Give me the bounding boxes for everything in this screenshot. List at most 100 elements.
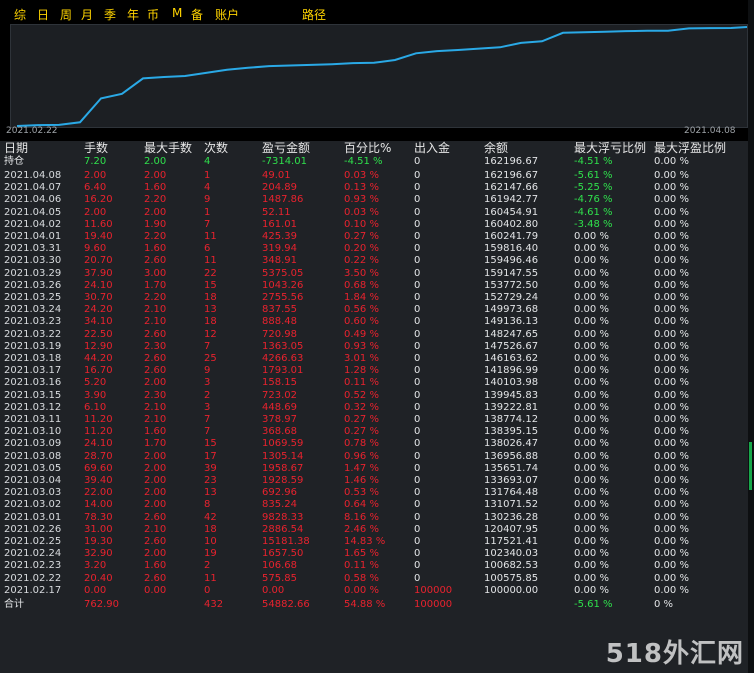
- tab-5[interactable]: 年: [127, 6, 139, 23]
- table-row: 2021.03.04 39.40 2.00 23 1928.59 1.46 % 0 13369…: [0, 475, 748, 487]
- cell-5: 0.13 %: [344, 182, 379, 194]
- tab-7[interactable]: M: [172, 6, 182, 20]
- cell-5: 0.96 %: [344, 450, 379, 462]
- tab-6[interactable]: 币: [147, 6, 159, 23]
- cell-7: 139945.83: [484, 389, 539, 401]
- cell-5: 0.11 %: [344, 560, 379, 572]
- cell-4: 1487.86: [262, 194, 304, 206]
- tab-4[interactable]: 季: [104, 6, 116, 23]
- cell-5: 0.27 %: [344, 414, 379, 425]
- cell-5: 0.11 %: [344, 377, 379, 389]
- cell-5: 0.32 %: [344, 401, 379, 413]
- tab-3[interactable]: 月: [81, 6, 93, 23]
- cell-7: 146163.62: [484, 353, 539, 364]
- cell-3: 42: [204, 511, 217, 523]
- cell-4: 835.24: [262, 499, 297, 511]
- table-row: 2021.04.08 2.00 2.00 1 49.01 0.03 % 0 162196.67…: [0, 170, 748, 182]
- table-row: 2021.04.02 11.60 1.90 7 161.01 0.10 % 0 160402.…: [0, 219, 748, 231]
- cell-3: 7: [204, 340, 211, 352]
- cell-4: 368.68: [262, 426, 297, 438]
- tab-0[interactable]: 综: [14, 6, 26, 23]
- cell-3: 8: [204, 499, 211, 511]
- cell-2: 2.00: [144, 548, 167, 560]
- cell-4: 2886.54: [262, 523, 304, 535]
- cell-3: 9: [204, 194, 211, 206]
- cell-5: 0.64 %: [344, 499, 379, 511]
- tab-10[interactable]: 路径: [302, 6, 326, 23]
- cell-3: 7: [204, 414, 211, 425]
- cell-8: 0.00 %: [574, 475, 609, 486]
- tab-2[interactable]: 周: [60, 6, 72, 23]
- cell-1: 44.20: [84, 353, 113, 364]
- table-row: 2021.02.23 3.20 1.60 2 106.68 0.11 % 0 100682.5…: [0, 560, 748, 572]
- cell-0: 2021.03.25: [4, 292, 62, 303]
- cell-5: -4.51 %: [344, 156, 383, 167]
- scrollbar-thumb[interactable]: [749, 442, 752, 490]
- cell-8: 0.00 %: [574, 255, 609, 267]
- cell-0: 2021.03.11: [4, 414, 62, 425]
- cell-7: 153772.50: [484, 279, 539, 291]
- cell-7: 159147.55: [484, 267, 539, 279]
- cell-0: 2021.03.03: [4, 487, 62, 499]
- cell-7: 136956.88: [484, 450, 539, 462]
- table-row: 2021.04.05 2.00 2.00 1 52.11 0.03 % 0 160454.91…: [0, 207, 748, 219]
- cell-3: 17: [204, 450, 217, 462]
- cell-7: 102340.03: [484, 548, 539, 560]
- cell-8: -4.76 %: [574, 194, 613, 206]
- cell-6: 0: [414, 511, 421, 523]
- scrollbar-track[interactable]: [748, 0, 754, 673]
- cell-7: 100682.53: [484, 560, 539, 572]
- tab-1[interactable]: 日: [37, 6, 49, 23]
- cell-2: 2.20: [144, 292, 167, 303]
- cell-3: 9: [204, 365, 211, 377]
- cell-7: 161942.77: [484, 194, 539, 206]
- cell-8: 0.00 %: [574, 487, 609, 499]
- cell-9: 0.00 %: [654, 353, 689, 364]
- cell-4: 106.68: [262, 560, 297, 572]
- cell-7: 余额: [484, 141, 509, 155]
- cell-6: 0: [414, 475, 421, 486]
- cell-9: 0.00 %: [654, 156, 689, 167]
- cell-8: 最大浮亏比例: [574, 141, 647, 155]
- cell-5: 0.68 %: [344, 279, 379, 291]
- table-header: 日期 手数 最大手数 次数 盈亏金额 百分比% 出入金 余额 最大浮亏比例 最大浮盈比例: [0, 142, 748, 154]
- cell-3: 15: [204, 438, 217, 450]
- cell-8: 0.00 %: [574, 377, 609, 389]
- cell-6: 0: [414, 353, 421, 364]
- cell-1: 34.10: [84, 316, 113, 328]
- cell-0: 2021.03.16: [4, 377, 62, 389]
- cell-4: 1363.05: [262, 340, 304, 352]
- cell-4: 204.89: [262, 182, 297, 194]
- tab-bar: 综日周月季年币 M 备账户 路径: [0, 0, 754, 24]
- table-row: 2021.03.25 30.70 2.20 18 2755.56 1.84 % 0 15272…: [0, 292, 748, 304]
- cell-3: 12: [204, 328, 217, 340]
- cell-7: 117521.41: [484, 536, 539, 547]
- cell-8: 0.00 %: [574, 389, 609, 401]
- cell-6: 0: [414, 536, 421, 547]
- cell-6: 0: [414, 377, 421, 389]
- cell-0: 2021.02.24: [4, 548, 62, 560]
- table-row: 2021.03.30 20.70 2.60 11 348.91 0.22 % 0 159496…: [0, 255, 748, 267]
- cell-9: 0.00 %: [654, 426, 689, 438]
- cell-6: 0: [414, 499, 421, 511]
- cell-3: 11: [204, 572, 217, 584]
- cell-0: 2021.03.19: [4, 340, 62, 352]
- cell-3: 1: [204, 170, 211, 181]
- cell-2: 2.60: [144, 572, 167, 584]
- cell-5: 0.60 %: [344, 316, 379, 328]
- cell-4: 1305.14: [262, 450, 304, 462]
- cell-2: 2.60: [144, 255, 167, 267]
- cell-9: 0.00 %: [654, 499, 689, 511]
- cell-1: 11.20: [84, 414, 113, 425]
- tab-8[interactable]: 备: [191, 6, 203, 23]
- tab-9[interactable]: 账户: [215, 6, 239, 23]
- cell-4: 575.85: [262, 572, 297, 584]
- cell-4: 692.96: [262, 487, 297, 499]
- cell-1: 11.20: [84, 426, 113, 438]
- cell-9: 0.00 %: [654, 536, 689, 547]
- cell-6: 0: [414, 438, 421, 450]
- cell-7: 160454.91: [484, 206, 539, 218]
- table-row: 2021.03.05 69.60 2.00 39 1958.67 1.47 % 0 13565…: [0, 463, 748, 475]
- cell-4: 1793.01: [262, 365, 304, 377]
- cell-0: 2021.03.29: [4, 267, 62, 279]
